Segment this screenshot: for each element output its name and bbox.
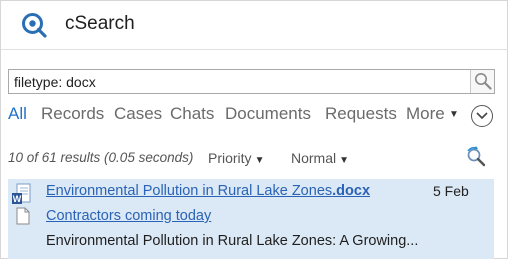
title-divider <box>1 49 508 50</box>
tab-requests[interactable]: Requests <box>325 104 397 124</box>
tab-documents[interactable]: Documents <box>225 104 311 124</box>
result-extension: .docx <box>332 183 371 199</box>
priority-sort-dropdown[interactable]: Priority ▼ <box>208 150 264 166</box>
app-window: cSearch All Records Cases Chats Document… <box>0 0 508 259</box>
tab-cases[interactable]: Cases <box>114 104 162 124</box>
tab-all[interactable]: All <box>8 104 27 124</box>
word-document-icon: W <box>12 183 32 205</box>
more-dropdown-caret-icon[interactable]: ▼ <box>449 109 459 120</box>
result-date: 5 Feb <box>433 183 469 199</box>
magnifier-icon <box>475 73 492 90</box>
app-title: cSearch <box>65 13 135 34</box>
results-status: 10 of 61 results (0.05 seconds) <box>8 150 194 165</box>
result-title-text: Environmental Pollution in Rural Lake Zo… <box>46 183 333 199</box>
result-item[interactable]: W Environmental Pollution in Rural Lake … <box>8 179 494 259</box>
tab-records[interactable]: Records <box>41 104 104 124</box>
normal-sort-label: Normal <box>291 150 337 166</box>
caret-down-icon: ▼ <box>254 155 265 166</box>
search-button[interactable] <box>470 70 494 93</box>
caret-down-icon: ▼ <box>339 155 350 166</box>
normal-sort-dropdown[interactable]: Normal ▼ <box>291 150 349 166</box>
search-box <box>8 69 495 94</box>
search-input[interactable] <box>9 70 471 93</box>
chevron-down-circle-icon[interactable] <box>471 105 493 127</box>
result-subtitle-link[interactable]: Contractors coming today <box>46 208 211 224</box>
svg-text:W: W <box>13 194 22 204</box>
title-bar: cSearch <box>1 1 508 49</box>
result-title-link[interactable]: Environmental Pollution in Rural Lake Zo… <box>46 183 370 199</box>
refresh-search-icon[interactable] <box>465 146 487 173</box>
priority-sort-label: Priority <box>208 150 252 166</box>
search-logo-icon <box>21 12 47 38</box>
tab-more[interactable]: More <box>406 104 445 124</box>
page-icon <box>16 207 30 225</box>
tab-chats[interactable]: Chats <box>170 104 214 124</box>
result-snippet: Environmental Pollution in Rural Lake Zo… <box>46 233 419 249</box>
